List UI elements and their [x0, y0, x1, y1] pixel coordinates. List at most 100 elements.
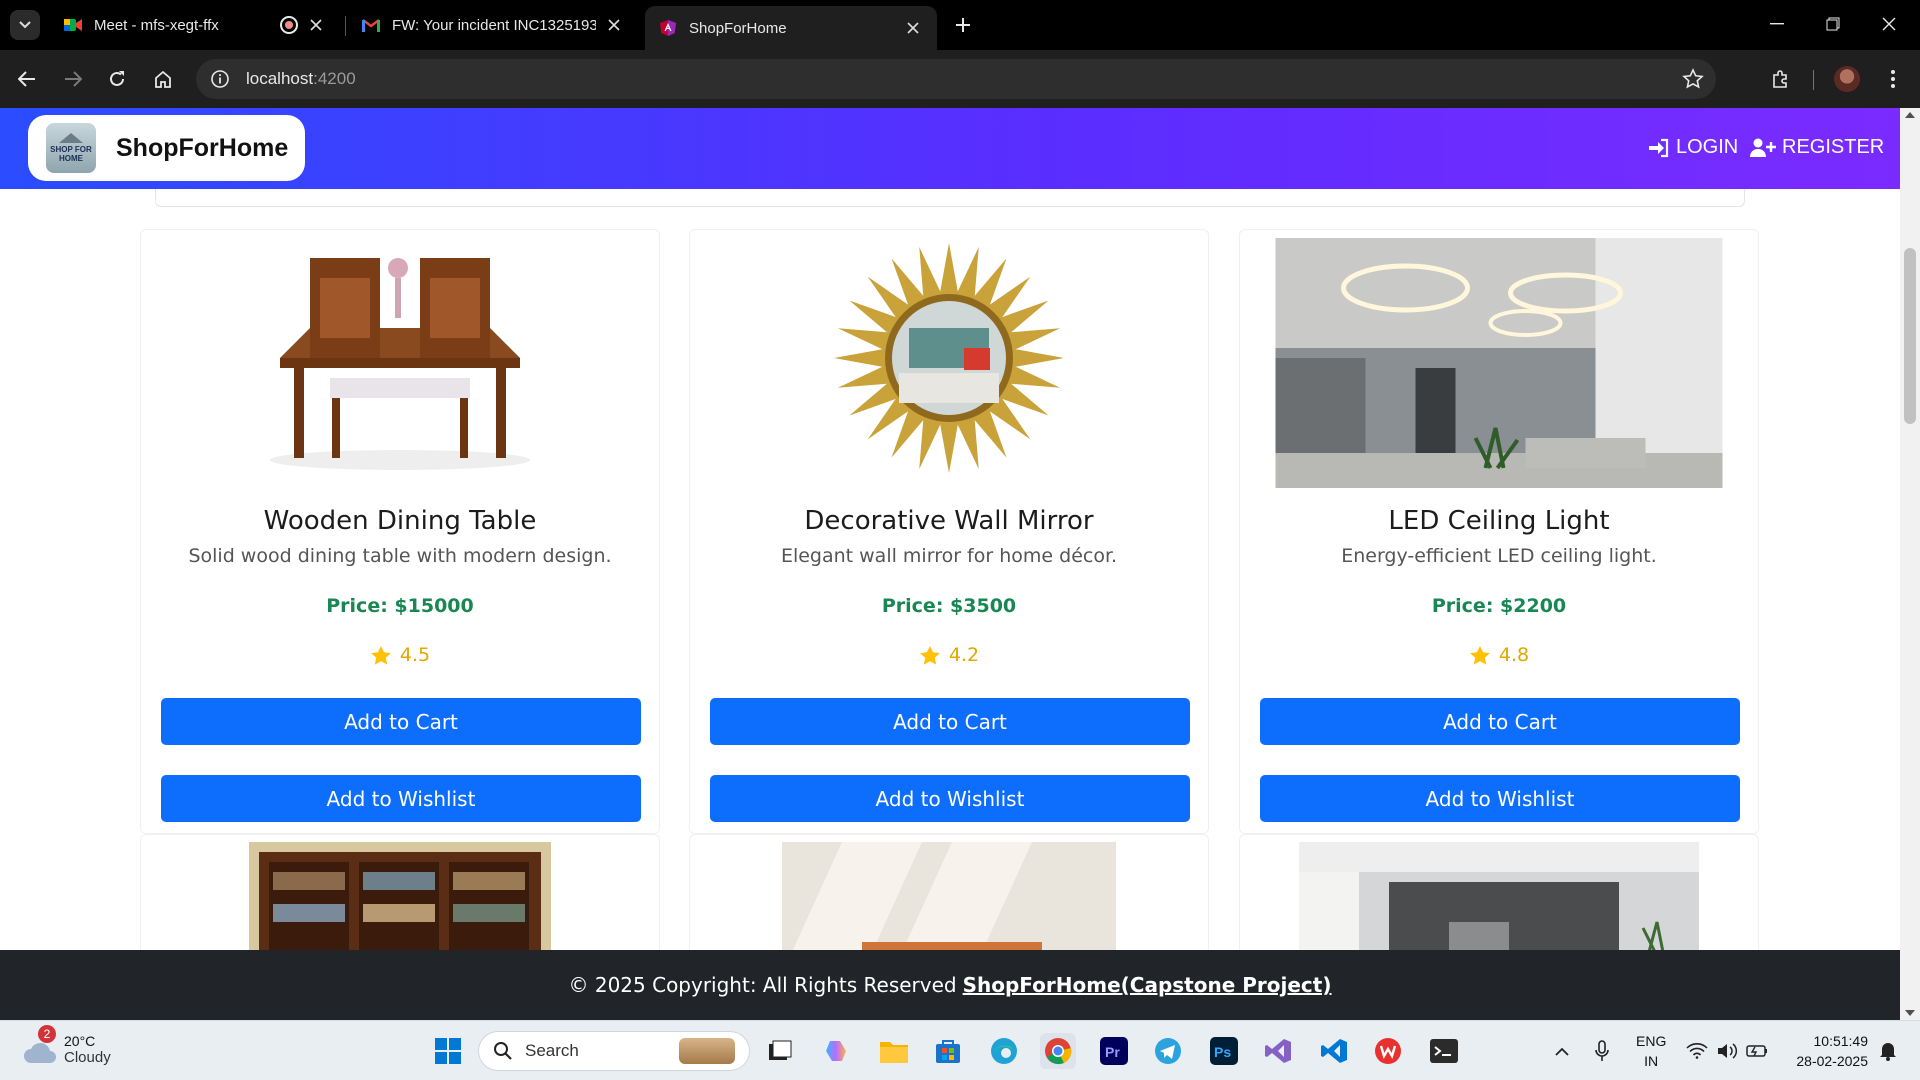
add-to-wishlist-button[interactable]: Add to Wishlist: [161, 775, 641, 822]
restore-icon: [1826, 17, 1840, 31]
product-image-sun-mirror: [834, 243, 1064, 473]
register-link[interactable]: REGISTER: [1750, 136, 1884, 159]
forward-button[interactable]: [56, 62, 90, 96]
product-card: Decorative Wall Mirror Elegant wall mirr…: [689, 229, 1209, 834]
logo-text-bottom: HOME: [59, 154, 83, 163]
restore-button[interactable]: [1810, 8, 1856, 40]
close-icon[interactable]: [306, 15, 326, 35]
bell-icon: [1880, 1043, 1896, 1061]
chevron-down-icon: [19, 21, 31, 29]
edge-icon: [991, 1038, 1017, 1064]
kebab-menu-icon: [1891, 70, 1895, 88]
product-description: Elegant wall mirror for home décor.: [780, 545, 1118, 567]
scroll-down-icon[interactable]: [1905, 1010, 1915, 1016]
add-to-wishlist-button[interactable]: Add to Wishlist: [1260, 775, 1740, 822]
add-to-cart-button[interactable]: Add to Cart: [161, 698, 641, 745]
tab-separator: [345, 16, 346, 36]
back-button[interactable]: [10, 62, 44, 96]
product-card: LED Ceiling Light Energy-efficient LED c…: [1239, 229, 1759, 834]
product-rating: 4.5: [141, 644, 659, 666]
minimize-icon: [1770, 23, 1784, 25]
close-icon[interactable]: [903, 18, 923, 38]
terminal-icon: [1430, 1039, 1458, 1063]
close-window-button[interactable]: [1866, 8, 1912, 40]
store-icon: [936, 1040, 960, 1063]
star-icon: [370, 645, 391, 665]
clock-time: 10:51:49: [1813, 1033, 1869, 1049]
user-plus-icon: [1750, 138, 1776, 157]
visual-studio-icon: [1265, 1039, 1291, 1063]
product-price: Price: $15000: [326, 595, 474, 617]
product-rating: 4.8: [1240, 644, 1758, 666]
file-explorer-button[interactable]: [876, 1033, 912, 1069]
product-price: Price: $2200: [1431, 595, 1567, 617]
telegram-button[interactable]: [1150, 1033, 1186, 1069]
photoshop-icon: Ps: [1210, 1037, 1238, 1065]
add-to-cart-button[interactable]: Add to Cart: [710, 698, 1190, 745]
app-header: SHOP FOR HOME ShopForHome LOGIN REGISTER: [0, 108, 1900, 189]
chrome-button[interactable]: [1040, 1033, 1076, 1069]
add-to-cart-button[interactable]: Add to Cart: [1260, 698, 1740, 745]
show-hidden-icons-button[interactable]: [1544, 1033, 1580, 1069]
reload-icon: [110, 71, 124, 86]
search-panel-edge: [155, 189, 1745, 207]
svg-text:Pr: Pr: [1105, 1044, 1120, 1060]
weather-widget[interactable]: 2 20°C Cloudy: [20, 1025, 111, 1069]
star-icon: [919, 645, 940, 665]
reload-button[interactable]: [100, 62, 134, 96]
rating-value: 4.2: [948, 644, 980, 666]
visual-studio-button[interactable]: [1260, 1033, 1296, 1069]
star-icon[interactable]: [1682, 68, 1704, 90]
rating-value: 4.8: [1498, 644, 1530, 666]
address-bar[interactable]: localhost:4200: [196, 59, 1716, 99]
url-text: localhost:4200: [246, 69, 356, 89]
menu-button[interactable]: [1876, 62, 1910, 96]
copilot-button[interactable]: [820, 1033, 856, 1069]
vscode-button[interactable]: [1316, 1033, 1352, 1069]
minimize-button[interactable]: [1754, 8, 1800, 40]
brand-link[interactable]: SHOP FOR HOME ShopForHome: [28, 115, 305, 181]
login-label: LOGIN: [1676, 136, 1739, 158]
product-image-bookshelf: [249, 842, 551, 952]
site-info-icon[interactable]: [200, 59, 240, 99]
extensions-button[interactable]: [1764, 62, 1798, 96]
system-clock[interactable]: 10:51:49 28-02-2025: [1796, 1031, 1868, 1071]
battery-icon: [1746, 1045, 1767, 1057]
tab-gmail[interactable]: FW: Your incident INC13251937: [348, 6, 638, 44]
scrollbar-thumb[interactable]: [1904, 248, 1916, 424]
task-view-button[interactable]: [762, 1033, 798, 1069]
search-highlight-image: [679, 1038, 735, 1064]
scrollbar[interactable]: [1900, 108, 1920, 1020]
login-link[interactable]: LOGIN: [1648, 136, 1738, 159]
product-card: Wooden Dining Table Solid wood dining ta…: [140, 229, 660, 834]
tab-meet[interactable]: Meet - mfs-xegt-ffx: [50, 6, 340, 44]
home-button[interactable]: [146, 62, 180, 96]
profile-button[interactable]: [1830, 62, 1864, 96]
taskbar-search[interactable]: Search: [478, 1031, 750, 1071]
product-title: Wooden Dining Table: [263, 506, 537, 536]
tab-search-button[interactable]: [10, 10, 40, 40]
system-tray[interactable]: [1686, 1021, 1768, 1080]
language-indicator[interactable]: ENG IN: [1636, 1031, 1666, 1071]
telegram-icon: [1155, 1038, 1181, 1064]
new-tab-button[interactable]: [950, 12, 976, 38]
scroll-up-icon[interactable]: [1905, 112, 1915, 118]
photoshop-button[interactable]: Ps: [1206, 1033, 1242, 1069]
weather-temp: 20°C: [64, 1032, 96, 1049]
browser-toolbar: localhost:4200: [0, 50, 1920, 108]
terminal-button[interactable]: [1426, 1033, 1462, 1069]
premiere-pro-button[interactable]: Pr: [1096, 1033, 1132, 1069]
start-button[interactable]: [430, 1033, 466, 1069]
cloud-icon: 2: [20, 1025, 60, 1069]
footer-copyright: © 2025 Copyright: All Rights Reserved: [568, 973, 957, 997]
notifications-button[interactable]: [1870, 1033, 1906, 1069]
microphone-button[interactable]: [1584, 1033, 1620, 1069]
wps-office-button[interactable]: [1370, 1033, 1406, 1069]
close-icon[interactable]: [604, 15, 624, 35]
tab-shopforhome[interactable]: ShopForHome: [645, 6, 937, 50]
store-button[interactable]: [930, 1033, 966, 1069]
add-to-wishlist-button[interactable]: Add to Wishlist: [710, 775, 1190, 822]
footer-brand-link[interactable]: ShopForHome(Capstone Project): [963, 973, 1332, 997]
edge-button[interactable]: [986, 1033, 1022, 1069]
product-image-living-room: [1299, 842, 1699, 952]
